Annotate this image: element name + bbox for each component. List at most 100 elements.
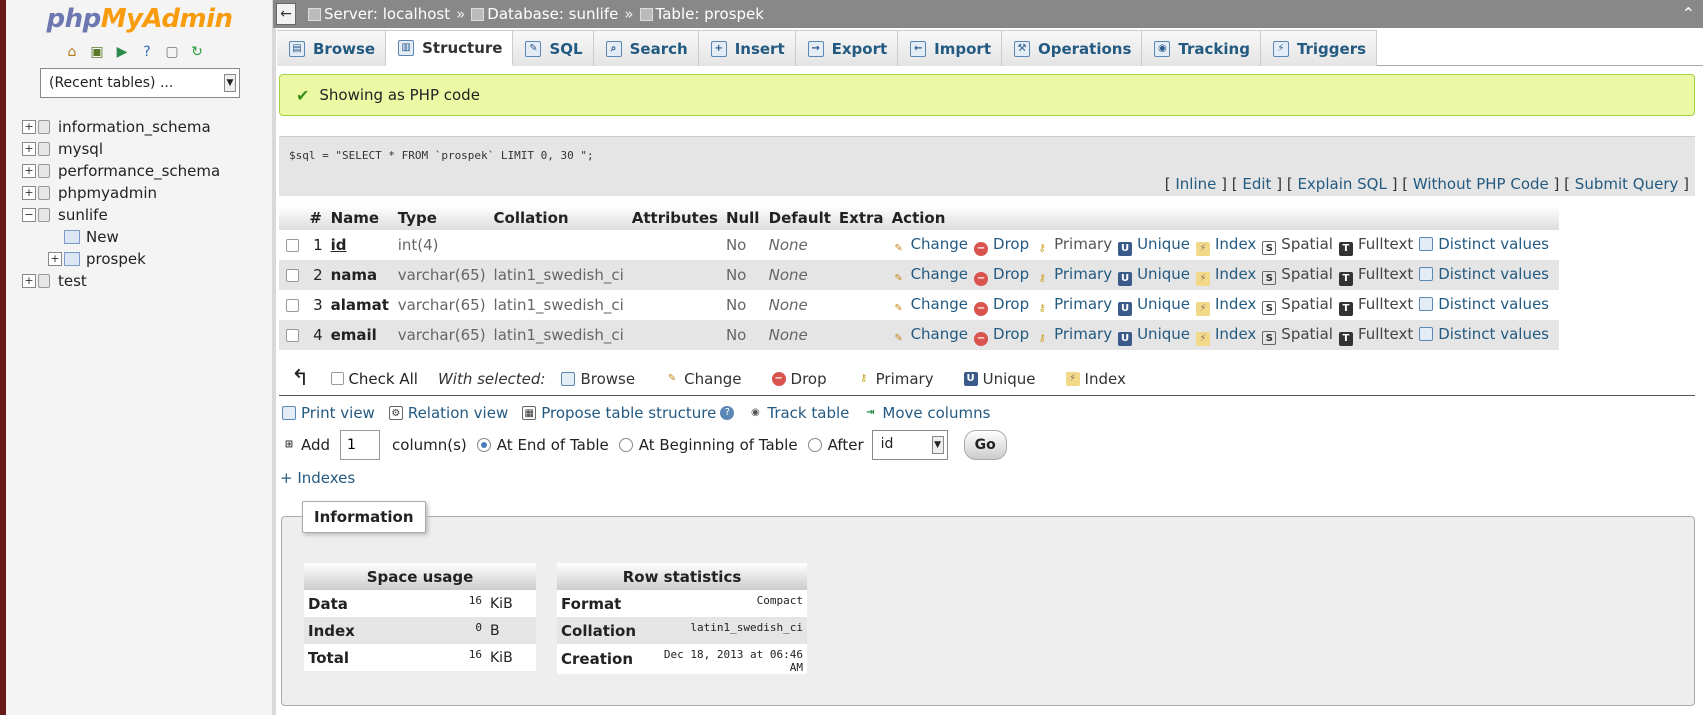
propose-structure-link[interactable]: ▦ Propose table structure?: [522, 404, 735, 422]
tab-export[interactable]: → Export: [795, 30, 899, 66]
action-spatial[interactable]: S Spatial: [1262, 295, 1333, 315]
inline-link[interactable]: Inline: [1175, 175, 1216, 193]
with-selected-browse[interactable]: Browse: [561, 370, 635, 388]
expand-icon[interactable]: +: [22, 164, 36, 178]
breadcrumb-table[interactable]: Table: prospek: [639, 5, 764, 23]
column-name[interactable]: id: [326, 230, 394, 260]
tree-item-information-schema[interactable]: + information_schema: [22, 116, 220, 138]
go-button[interactable]: Go: [963, 430, 1007, 460]
column-name[interactable]: nama: [326, 260, 394, 290]
action-primary[interactable]: ⚷ Primary: [1035, 325, 1112, 344]
track-table-link[interactable]: ◉ Track table: [748, 404, 849, 422]
move-columns-link[interactable]: ⇥ Move columns: [863, 404, 990, 422]
action-drop[interactable]: − Drop: [974, 265, 1029, 286]
recent-tables-select[interactable]: (Recent tables) ... ▼: [40, 68, 240, 98]
tree-item-phpmyadmin[interactable]: + phpmyadmin: [22, 182, 220, 204]
tab-operations[interactable]: ⚒ Operations: [1002, 30, 1143, 66]
action-spatial[interactable]: S Spatial: [1262, 325, 1333, 345]
without-php-code-link[interactable]: Without PHP Code: [1413, 175, 1549, 193]
indexes-toggle[interactable]: + Indexes: [280, 469, 355, 487]
with-selected-index[interactable]: ⚡ Index: [1065, 370, 1126, 388]
action-fulltext[interactable]: T Fulltext: [1338, 235, 1413, 256]
action-spatial[interactable]: S Spatial: [1262, 265, 1333, 285]
tab-triggers[interactable]: ⚡ Triggers: [1260, 30, 1378, 66]
tab-tracking[interactable]: ◉ Tracking: [1142, 30, 1261, 66]
reload-icon[interactable]: ↻: [187, 42, 207, 62]
row-checkbox[interactable]: [279, 320, 306, 350]
action-spatial[interactable]: S Spatial: [1262, 235, 1333, 255]
panel-resizer[interactable]: [272, 0, 276, 715]
checkbox[interactable]: [331, 372, 345, 385]
collapse-header-icon[interactable]: ⌃: [1682, 4, 1695, 23]
column-name[interactable]: alamat: [326, 290, 394, 320]
with-selected-primary[interactable]: ⚷ Primary: [857, 370, 934, 388]
tree-item-performance-schema[interactable]: + performance_schema: [22, 160, 220, 182]
home-icon[interactable]: ⌂: [62, 42, 82, 62]
tab-search[interactable]: ⌕ Search: [593, 30, 699, 66]
action-distinct-values[interactable]: Distinct values: [1419, 235, 1549, 253]
action-distinct-values[interactable]: Distinct values: [1419, 265, 1549, 283]
action-unique[interactable]: U Unique: [1118, 265, 1190, 286]
check-all[interactable]: Check All: [331, 370, 418, 388]
action-fulltext[interactable]: T Fulltext: [1338, 325, 1413, 346]
with-selected-change[interactable]: ✎ Change: [665, 370, 742, 388]
after-field-select[interactable]: id ▼: [871, 430, 948, 460]
action-primary[interactable]: ⚷ Primary: [1035, 265, 1112, 284]
action-distinct-values[interactable]: Distinct values: [1419, 295, 1549, 313]
tree-item-mysql[interactable]: + mysql: [22, 138, 220, 160]
radio-at-end[interactable]: [476, 438, 491, 452]
action-index[interactable]: ⚡ Index: [1196, 265, 1256, 286]
expand-icon[interactable]: +: [22, 142, 36, 156]
row-checkbox[interactable]: [279, 230, 306, 260]
tree-item-prospek[interactable]: + prospek: [22, 248, 220, 270]
action-change[interactable]: ✎ Change: [892, 325, 968, 344]
query-window-icon[interactable]: ▶: [112, 42, 132, 62]
action-unique[interactable]: U Unique: [1118, 235, 1190, 256]
explain-sql-link[interactable]: Explain SQL: [1297, 175, 1386, 193]
checkbox[interactable]: [285, 299, 299, 312]
print-view-link[interactable]: Print view: [282, 404, 375, 422]
action-fulltext[interactable]: T Fulltext: [1338, 295, 1413, 316]
back-arrow-icon[interactable]: ←: [276, 3, 296, 25]
action-change[interactable]: ✎ Change: [892, 295, 968, 314]
row-checkbox[interactable]: [279, 260, 306, 290]
action-distinct-values[interactable]: Distinct values: [1419, 325, 1549, 343]
expand-icon[interactable]: +: [22, 120, 36, 134]
breadcrumb-server[interactable]: Server: localhost: [308, 5, 450, 23]
checkbox[interactable]: [285, 269, 299, 282]
tab-sql[interactable]: ✎ SQL: [513, 30, 594, 66]
expand-icon[interactable]: +: [22, 274, 36, 288]
with-selected-unique[interactable]: U Unique: [963, 370, 1036, 388]
with-selected-drop[interactable]: − Drop: [771, 370, 827, 388]
action-index[interactable]: ⚡ Index: [1196, 295, 1256, 316]
action-index[interactable]: ⚡ Index: [1196, 235, 1256, 256]
action-unique[interactable]: U Unique: [1118, 295, 1190, 316]
radio-at-beginning[interactable]: [618, 438, 633, 452]
tab-insert[interactable]: + Insert: [698, 30, 796, 66]
action-change[interactable]: ✎ Change: [892, 265, 968, 284]
checkbox[interactable]: [285, 239, 299, 252]
breadcrumb-database[interactable]: Database: sunlife: [471, 5, 618, 23]
tab-browse[interactable]: ▤ Browse: [277, 30, 387, 66]
tab-structure[interactable]: ▥ Structure: [386, 30, 514, 66]
settings-icon[interactable]: ▢: [162, 42, 182, 62]
action-index[interactable]: ⚡ Index: [1196, 325, 1256, 346]
action-fulltext[interactable]: T Fulltext: [1338, 265, 1413, 286]
docs-icon[interactable]: ?: [137, 42, 157, 62]
action-primary[interactable]: ⚷ Primary: [1035, 295, 1112, 314]
action-drop[interactable]: − Drop: [974, 325, 1029, 346]
checkbox[interactable]: [285, 329, 299, 342]
column-count-input[interactable]: [340, 430, 381, 460]
tab-import[interactable]: ← Import: [898, 30, 1002, 66]
edit-link[interactable]: Edit: [1242, 175, 1271, 193]
tree-item-test[interactable]: + test: [22, 270, 220, 292]
action-primary[interactable]: ⚷ Primary: [1035, 235, 1112, 254]
radio-after[interactable]: [807, 438, 822, 452]
action-change[interactable]: ✎ Change: [892, 235, 968, 254]
tree-item-sunlife[interactable]: − sunlife: [22, 204, 220, 226]
action-drop[interactable]: − Drop: [974, 235, 1029, 256]
expand-icon[interactable]: +: [22, 186, 36, 200]
relation-view-link[interactable]: ⚙ Relation view: [388, 404, 508, 422]
action-drop[interactable]: − Drop: [974, 295, 1029, 316]
submit-query-link[interactable]: Submit Query: [1575, 175, 1679, 193]
